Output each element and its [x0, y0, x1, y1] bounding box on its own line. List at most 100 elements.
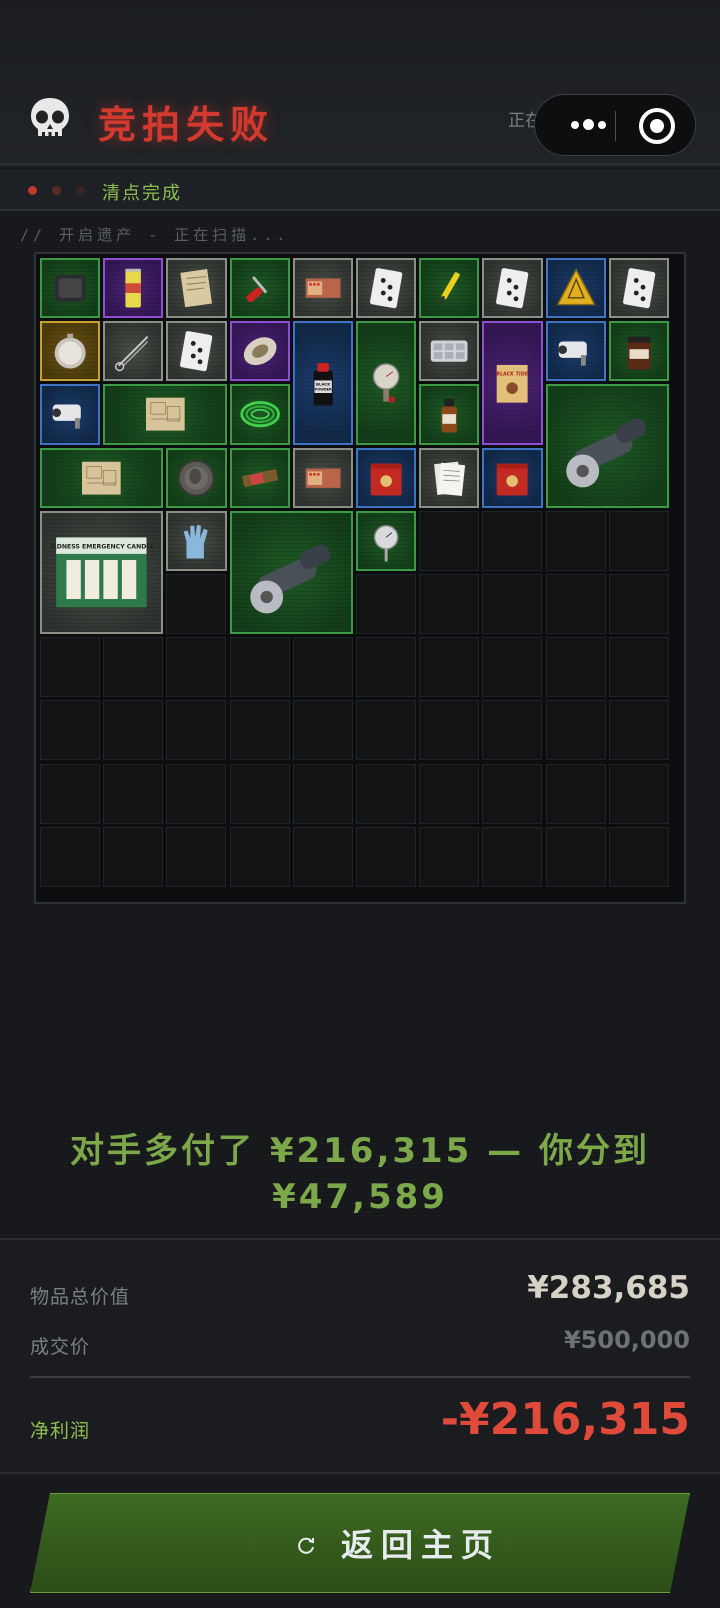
svg-text:WILDNESS EMERGENCY CANDLES: WILDNESS EMERGENCY CANDLES	[50, 544, 153, 551]
inventory-item-angle-grinder[interactable]	[229, 510, 353, 635]
step-dot	[76, 186, 85, 195]
inventory-item-medicine-bottle[interactable]	[419, 384, 480, 445]
card-icon	[496, 268, 529, 309]
watch-icon	[54, 333, 86, 369]
tray-icon	[430, 340, 468, 362]
inventory-item-angle-grinder[interactable]	[545, 384, 669, 508]
header-bar: 竞拍失败 正在还原遗产情...	[0, 0, 720, 166]
inventory-item-playing-card[interactable]	[166, 321, 227, 382]
inventory-item-pill-tray[interactable]	[419, 321, 480, 382]
inventory-item-red-tin[interactable]	[356, 447, 417, 508]
inventory-item-emergency-candles[interactable]: WILDNESS EMERGENCY CANDLES	[40, 510, 164, 635]
inventory-item-rubber-glove[interactable]	[166, 510, 227, 571]
target-circle-icon[interactable]	[639, 108, 675, 144]
inventory-item-security-camera[interactable]	[40, 384, 101, 445]
card-icon	[180, 331, 213, 372]
total-value: ¥283,685	[527, 1270, 690, 1306]
grid-cell	[419, 574, 480, 634]
paper-icon	[180, 268, 213, 308]
grid-cell	[40, 700, 100, 761]
tin-icon	[497, 463, 528, 496]
inventory-item-wire-coil[interactable]	[229, 384, 290, 445]
grid-cell	[292, 637, 353, 698]
grid-cell	[292, 763, 353, 824]
inventory-item-pocket-watch[interactable]	[40, 321, 101, 382]
grid-cell	[545, 574, 606, 634]
inventory-item-screwdriver[interactable]	[229, 258, 290, 319]
deal-price-label: 成交价	[30, 1336, 91, 1358]
grid-cell	[103, 826, 164, 887]
inventory-item-blueprint-map[interactable]	[103, 384, 227, 445]
inventory-item-scissors[interactable]	[103, 321, 164, 382]
deal-price: ¥500,000	[563, 1326, 690, 1354]
return-home-button[interactable]: 返回主页	[30, 1493, 690, 1593]
svg-text:BLACK: BLACK	[316, 381, 331, 386]
grid-cell	[40, 763, 100, 824]
inventory-item-matchbox[interactable]	[292, 258, 353, 319]
inventory-item-playing-card[interactable]	[608, 258, 669, 319]
pen-icon	[438, 272, 460, 304]
skull-icon	[31, 98, 69, 138]
inventory-item-paper-stack[interactable]	[419, 447, 480, 508]
bottle-icon: BLACKPOWDER	[313, 362, 333, 406]
refresh-icon	[298, 1537, 314, 1554]
grid-cell	[166, 637, 227, 698]
grid-cell	[608, 637, 669, 698]
scissors-icon	[115, 336, 149, 372]
map-icon	[82, 461, 122, 495]
inventory-item-paper-note[interactable]	[166, 258, 227, 319]
pouch-icon	[54, 274, 86, 302]
inventory-item-snack-bar[interactable]	[229, 447, 290, 508]
grid-cell	[545, 510, 606, 571]
inventory-grid: BLACKPOWDER BLACK TIDE WILDNESS EMERGENCY …	[34, 252, 686, 904]
inventory-item-sealed-pouch[interactable]	[40, 258, 101, 319]
grid-cell	[608, 510, 669, 571]
inventory-item-thermometer[interactable]	[356, 510, 417, 571]
grid-cell	[482, 763, 543, 824]
coin-icon	[178, 459, 215, 497]
inventory-item-ornate-egg[interactable]	[229, 321, 290, 382]
inventory-item-red-tin[interactable]	[482, 447, 543, 508]
summary-panel: 物品总价值 ¥283,685 成交价 ¥500,000 净利润 -¥216,31…	[0, 1238, 720, 1474]
inventory-item-blueprint-map[interactable]	[40, 447, 164, 508]
grid-cell	[40, 637, 100, 698]
inventory-item-energy-drink-can[interactable]	[103, 258, 164, 319]
grid-cell	[356, 826, 416, 887]
summary-divider	[30, 1376, 690, 1378]
inventory-item-playing-card[interactable]	[356, 258, 417, 319]
card-icon	[369, 268, 403, 309]
grid-cell	[608, 574, 669, 634]
grid-cell	[608, 763, 669, 824]
grid-cell	[419, 826, 480, 887]
grid-cell	[545, 763, 606, 824]
grid-cell	[229, 763, 290, 824]
more-dots-icon[interactable]	[557, 113, 619, 137]
inventory-item-playing-card[interactable]	[482, 258, 543, 319]
inventory-item-coffee-jar[interactable]	[608, 321, 669, 382]
inventory-item-black-powder-bottle[interactable]: BLACK POWDER	[292, 321, 353, 445]
inventory-item-soldering-pen[interactable]	[419, 258, 480, 319]
inventory-item-old-coin[interactable]	[166, 447, 227, 508]
inventory-item-matchbox[interactable]	[292, 447, 353, 508]
glove-icon	[183, 524, 209, 559]
steps-label: 清点完成	[102, 183, 182, 204]
scan-status-text: // 开启遗产 - 正在扫描...	[20, 226, 290, 244]
inventory-item-warning-sign[interactable]	[545, 258, 606, 319]
grid-cell	[482, 637, 543, 698]
grid-cell	[292, 700, 353, 761]
grid-cell	[608, 700, 669, 761]
thermometer-icon	[373, 524, 399, 562]
inventory-item-security-camera[interactable]	[545, 321, 606, 382]
grinder-icon	[250, 544, 331, 614]
card-icon	[622, 268, 656, 309]
progress-steps: 清点完成	[0, 169, 720, 211]
grid-cell	[356, 637, 416, 698]
inventory-item-black-tide-book[interactable]: BLACK TIDE	[482, 321, 543, 445]
grid-cell	[419, 763, 480, 824]
grid-cell	[229, 826, 290, 887]
svg-text:POWDER: POWDER	[315, 387, 332, 391]
warning-triangle-icon	[556, 268, 596, 306]
inventory-item-pressure-gauge[interactable]	[356, 321, 417, 445]
net-profit-value: -¥216,315	[440, 1394, 690, 1445]
svg-text:BLACK TIDE: BLACK TIDE	[497, 371, 529, 377]
